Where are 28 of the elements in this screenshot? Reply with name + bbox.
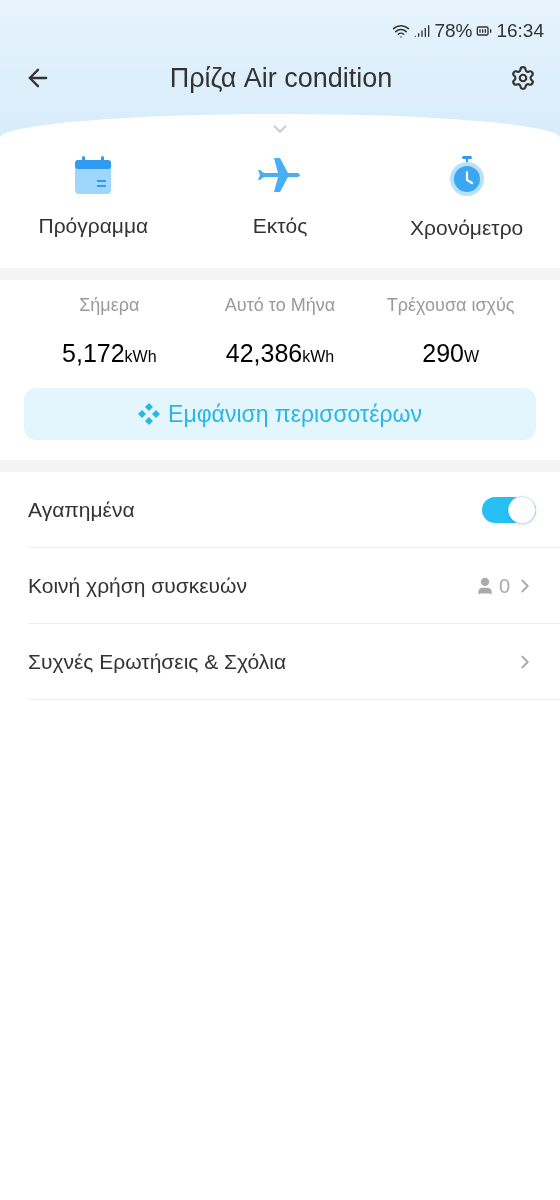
page-title: Πρίζα Air condition xyxy=(169,61,393,95)
quick-action-button[interactable]: Χρονόμετρο xyxy=(373,156,560,244)
stat-label: Τρέχουσα ισχύς xyxy=(386,293,515,317)
stopwatch-icon xyxy=(447,156,486,196)
row-label: Συχνές Ερωτήσεις & Σχόλια xyxy=(28,648,287,675)
battery-icon xyxy=(476,23,493,39)
signal-icon xyxy=(414,23,431,39)
toggle-switch[interactable] xyxy=(482,496,536,523)
settings-row[interactable]: Αγαπημένα xyxy=(28,472,560,548)
settings-row[interactable]: Κοινή χρήση συσκευών 0 xyxy=(28,548,560,624)
row-label: Κοινή χρήση συσκευών xyxy=(28,572,247,599)
stat-value: 5,172kWh xyxy=(62,337,157,369)
stat-label: Σήμερα xyxy=(79,293,140,317)
calendar-icon xyxy=(75,156,112,194)
stat-value: 42,386kWh xyxy=(225,337,335,369)
airplane-icon xyxy=(258,156,302,194)
quick-action-button[interactable]: Πρόγραμμα xyxy=(0,156,187,244)
settings-row[interactable]: Συχνές Ερωτήσεις & Σχόλια xyxy=(28,624,560,700)
diamonds-icon xyxy=(138,403,161,425)
row-label: Αγαπημένα xyxy=(28,496,135,523)
stat-value: 290W xyxy=(422,337,480,369)
settings-button[interactable] xyxy=(510,65,536,91)
clock-time: 16:34 xyxy=(496,18,544,43)
wifi-icon xyxy=(392,22,411,40)
stat-label: Αυτό το Μήνα xyxy=(224,293,336,317)
battery-percent: 78% xyxy=(434,18,473,43)
quick-action-button[interactable]: Εκτός xyxy=(186,156,374,244)
share-count: 0 xyxy=(498,573,510,599)
